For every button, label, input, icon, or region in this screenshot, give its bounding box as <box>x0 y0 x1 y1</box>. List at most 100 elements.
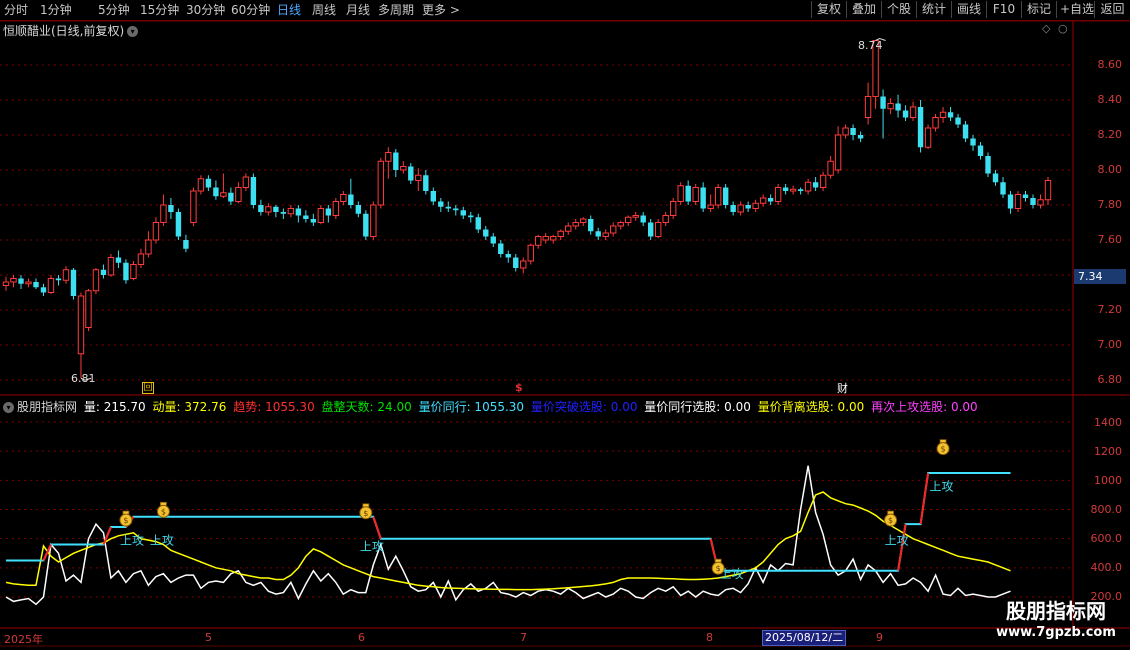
stock-name-period: 恒顺醋业(日线,前复权) <box>3 24 125 38</box>
candle <box>804 178 812 195</box>
signal-label: 上攻 <box>360 539 384 553</box>
price-tick: 7.20 <box>1097 303 1123 316</box>
event-marker-hui[interactable]: 回 <box>142 382 154 394</box>
money-bag-icon: $ <box>119 510 133 527</box>
candle <box>317 205 325 225</box>
candle <box>1014 191 1022 212</box>
candle <box>842 124 849 139</box>
watermark-title: 股朋指标网 <box>1006 599 1106 623</box>
ind-reattack: 再次上攻选股: 0.00 <box>871 400 978 414</box>
ind-tick: 1000 <box>1094 474 1122 487</box>
ind-momentum: 动量: 372.76 <box>152 400 227 414</box>
candle <box>258 199 264 216</box>
candle <box>385 147 392 179</box>
candle <box>827 156 834 179</box>
candle <box>62 266 70 284</box>
candle <box>273 205 279 218</box>
candle <box>242 173 250 191</box>
candle <box>453 205 459 216</box>
candle <box>759 194 767 207</box>
svg-text:$: $ <box>161 507 166 516</box>
watermark-logo: 股朋指标网 www.7gpzb.com <box>986 598 1126 648</box>
candle <box>197 175 205 195</box>
candle <box>610 222 617 237</box>
candle <box>654 219 662 239</box>
chevron-down-icon[interactable]: ▾ <box>3 402 14 413</box>
candle <box>947 107 954 121</box>
chevron-down-icon[interactable]: ▾ <box>127 26 139 37</box>
price-tick: 8.00 <box>1097 163 1123 176</box>
price-tick: 6.80 <box>1097 373 1123 386</box>
ind-vol: 量: 215.70 <box>83 400 146 414</box>
candle <box>970 135 976 151</box>
candle <box>707 194 714 212</box>
ind-tick: 400.0 <box>1090 561 1123 574</box>
candle <box>137 248 145 268</box>
candle <box>47 275 55 295</box>
candle <box>535 234 542 249</box>
price-tick: 8.60 <box>1097 58 1123 71</box>
candle <box>190 187 197 226</box>
price-tick: 7.80 <box>1097 198 1123 211</box>
kline-chart[interactable]: $$ $$$$上攻 上攻 上攻上攻上攻上攻 <box>0 0 1130 650</box>
candle <box>745 201 751 212</box>
money-bag-icon: $ <box>156 501 170 518</box>
series-line-2 <box>6 472 1011 572</box>
candle <box>730 201 736 216</box>
candle <box>542 233 549 244</box>
event-marker-cai[interactable]: 财 <box>837 380 848 396</box>
candle <box>475 213 481 233</box>
ind-tick: 600.0 <box>1090 532 1123 545</box>
date-label-aug: 8 <box>706 631 713 644</box>
candle <box>100 264 107 279</box>
candle <box>415 168 422 191</box>
candle <box>228 187 234 205</box>
ind-trend: 趋势: 1055.30 <box>233 400 315 414</box>
candle <box>588 215 594 235</box>
indicator-header: ▾ 股朋指标网 量: 215.70 动量: 372.76 趋势: 1055.30 … <box>3 398 981 415</box>
candle <box>220 173 227 198</box>
candle <box>977 142 984 160</box>
diamond-icon[interactable]: ◇ <box>1042 22 1050 35</box>
low-price-label: 6.81 <box>71 372 96 385</box>
candle <box>572 219 579 230</box>
settings-circle-icon[interactable]: ○ <box>1058 22 1068 35</box>
price-tick: 8.20 <box>1097 128 1123 141</box>
ind-breakout: 量价突破选股: 0.00 <box>530 400 638 414</box>
candle <box>393 149 399 177</box>
signal-label: 上攻 <box>120 534 144 548</box>
signal-label: 上攻 <box>930 480 954 494</box>
candle <box>92 268 100 295</box>
candle <box>1022 191 1029 202</box>
price-tick: 7.00 <box>1097 338 1123 351</box>
candle <box>685 180 691 205</box>
candle <box>632 212 639 221</box>
candle <box>850 124 856 141</box>
money-bag-icon: $ <box>936 439 950 456</box>
candle <box>460 206 466 219</box>
chart-frame <box>0 20 1130 647</box>
candle <box>1030 194 1036 209</box>
candle <box>377 157 385 209</box>
candle <box>348 178 354 209</box>
event-marker-dollar[interactable]: $ <box>515 381 523 394</box>
trend-jump <box>372 516 382 539</box>
candle <box>647 219 654 240</box>
candle <box>287 205 295 218</box>
candle <box>902 105 909 121</box>
candle <box>797 187 804 195</box>
candle <box>774 184 782 205</box>
candle <box>962 121 969 142</box>
candle <box>205 175 212 191</box>
date-label-may: 5 <box>205 631 212 644</box>
svg-text:$: $ <box>941 445 946 454</box>
candle <box>295 205 302 223</box>
ind-divergence: 量价背离选股: 0.00 <box>757 400 865 414</box>
ind-consolidation: 盘整天数: 24.00 <box>321 400 412 414</box>
date-label-sep: 9 <box>876 631 883 644</box>
candle <box>2 276 10 291</box>
candle <box>213 180 219 200</box>
current-price-tag: 7.34 <box>1074 269 1126 284</box>
money-bag-icon: $ <box>884 510 898 527</box>
money-bag-icon: $ <box>359 503 373 520</box>
